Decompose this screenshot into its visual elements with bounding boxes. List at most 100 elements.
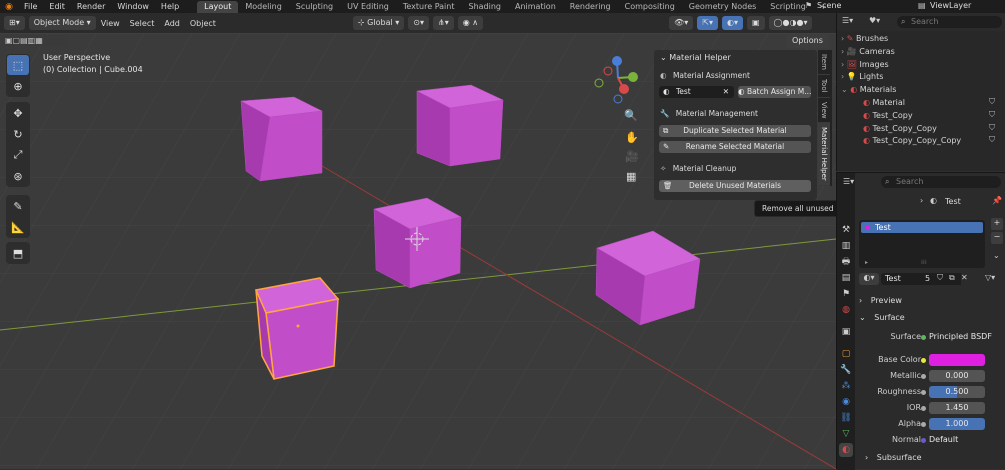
outliner-search[interactable]: ⌕ Search [897,16,1002,28]
visibility-icon[interactable]: 👁▾ [669,16,694,30]
menu-help[interactable]: Help [155,2,185,11]
select-box-tool-icon[interactable]: ⬚ [7,55,29,75]
properties-search[interactable]: ⌕ Search [881,176,1001,188]
outliner-item[interactable]: ◐ Test_Copy_Copy_Copy [863,135,961,147]
cube-top-center[interactable] [416,84,504,167]
list-resize-handle[interactable]: ⁞⁞⁞ [921,259,927,266]
clear-icon[interactable]: ✕ [723,86,729,98]
physics-tab-icon[interactable]: ◉ [839,395,853,409]
add-cube-tool-icon[interactable]: ⬒ [7,243,29,263]
pivot-point-icon[interactable]: ⊙▾ [408,16,429,30]
display-mode-icon[interactable]: ♥▾ [869,16,880,25]
material-tab-icon[interactable]: ◐ [839,443,853,457]
outliner-item[interactable]: ◐ Test_Copy_Copy [863,123,937,135]
menu-view[interactable]: View [96,19,125,28]
surface-panel-header[interactable]: ⌄ Surface [859,311,1005,325]
sidebar-tab-material-helper[interactable]: Material Helper [818,123,830,186]
expand-chevron-icon[interactable]: ⌄ [841,85,850,94]
modifier-tab-icon[interactable]: 🔧 [839,363,853,377]
proportional-edit-icon[interactable]: ◉ ∧ [457,16,484,30]
select-mode-buttons[interactable]: ▣▢▤▥▦ [5,35,67,46]
tab-rendering[interactable]: Rendering [563,1,618,13]
sidebar-tab-item[interactable]: Item [818,50,830,75]
menu-window[interactable]: Window [111,2,155,11]
editor-type-button[interactable]: ⊞▾ [4,16,25,30]
base-color-swatch[interactable] [929,354,985,366]
properties-editor-icon[interactable]: ☰▾ [843,177,854,186]
scene-selector[interactable]: Scene [817,1,841,10]
outliner-item[interactable]: ⌄ ◐ Materials [841,84,896,96]
menu-add[interactable]: Add [159,19,185,28]
overlay-icon[interactable]: ◐▾ [721,16,743,30]
annotate-tool-icon[interactable]: ✎ [7,196,29,216]
fake-user-icon[interactable]: ⛉ [937,273,943,283]
roughness-field[interactable]: 0.500 [929,386,985,398]
panel-header[interactable]: ⌄ Material Helper [660,53,811,62]
batch-assign-button[interactable]: ◐ Batch Assign M... [738,86,811,98]
data-tab-icon[interactable]: ▽ [839,427,853,441]
move-tool-icon[interactable]: ✥ [7,103,29,123]
tab-compositing[interactable]: Compositing [618,1,682,13]
blender-logo-icon[interactable]: ◉ [0,2,18,12]
fake-user-shield-icon[interactable]: ⛉ [989,110,995,120]
xray-icon[interactable]: ▣ [746,16,765,30]
sidebar-tab-view[interactable]: View [818,98,830,124]
pan-icon[interactable]: ✋ [625,131,639,144]
outliner-editor-icon[interactable]: ☰▾ [842,16,853,25]
transform-tool-icon[interactable]: ⊛ [7,166,29,186]
options-button[interactable]: Options [786,34,829,48]
rotate-tool-icon[interactable]: ↻ [7,124,29,144]
menu-edit[interactable]: Edit [43,2,71,11]
tab-geometry-nodes[interactable]: Geometry Nodes [682,1,763,13]
outliner-item[interactable]: › 🎥 Cameras [841,46,895,58]
duplicate-material-button[interactable]: ⧉ Duplicate Selected Material [659,125,811,137]
gizmo-icon[interactable]: ⇱▾ [697,16,718,30]
tab-modeling[interactable]: Modeling [238,1,288,13]
material-browse-button[interactable]: ◐▾ [859,273,879,285]
unlink-material-icon[interactable]: ✕ [961,273,968,282]
ortho-toggle-icon[interactable]: ▦ [626,170,636,183]
camera-view-icon[interactable]: 🎥 [625,150,639,163]
outliner-item[interactable]: › 🖼 Images [841,59,889,71]
alpha-field[interactable]: 1.000 [929,418,985,430]
menu-object[interactable]: Object [185,19,221,28]
snap-icon[interactable]: ⋔▾ [432,16,454,30]
tab-uv-editing[interactable]: UV Editing [340,1,396,13]
list-expand-icon[interactable]: ▸ [865,259,868,266]
material-slot[interactable]: Test [861,222,983,233]
particles-tab-icon[interactable]: ⁂ [839,379,853,393]
preview-panel-header[interactable]: › Preview [859,294,1005,308]
normal-field[interactable]: Default [929,434,985,446]
outliner-item[interactable]: ◐ Material [863,97,905,109]
tab-shading[interactable]: Shading [461,1,508,13]
transform-orientation-selector[interactable]: ⊹ Global ▾ [352,16,405,30]
fake-user-shield-icon[interactable]: ⛉ [989,135,995,145]
outliner-item[interactable]: › 💡 Lights [841,71,883,83]
collection-tab-icon[interactable]: ▣ [839,325,853,339]
object-tab-icon[interactable]: ▢ [839,347,853,361]
view-layer-tab-icon[interactable]: ▤ [839,271,853,285]
zoom-icon[interactable]: 🔍 [624,109,638,122]
tab-animation[interactable]: Animation [508,1,563,13]
user-count[interactable]: 5 [925,273,935,285]
metallic-field[interactable]: 0.000 [929,370,985,382]
fake-user-shield-icon[interactable]: ⛉ [989,123,995,133]
mode-selector[interactable]: Object Mode ▾ [28,16,96,30]
sidebar-tab-tool[interactable]: Tool [818,75,830,98]
remove-slot-button[interactable]: − [991,232,1003,244]
fake-user-shield-icon[interactable]: ⛉ [989,97,995,107]
tool-tab-icon[interactable]: ⚒ [839,223,853,237]
tab-layout[interactable]: Layout [197,0,239,13]
output-tab-icon[interactable]: 🖶 [839,255,853,269]
delete-unused-materials-button[interactable]: 🗑 Delete Unused Materials [659,180,811,192]
menu-select[interactable]: Select [125,19,160,28]
scale-tool-icon[interactable]: ⤢ [7,145,29,165]
outliner-item[interactable]: ◐ Test_Copy [863,110,913,122]
scene-tab-icon[interactable]: ⚑ [839,287,853,301]
world-tab-icon[interactable]: ◍ [839,303,853,317]
shading-modes[interactable]: ◯●◑●▾ [768,16,813,30]
add-slot-button[interactable]: + [991,218,1003,230]
cube-selected[interactable] [254,277,340,380]
constraints-tab-icon[interactable]: ⛓ [839,411,853,425]
measure-tool-icon[interactable]: 📐 [7,217,29,237]
